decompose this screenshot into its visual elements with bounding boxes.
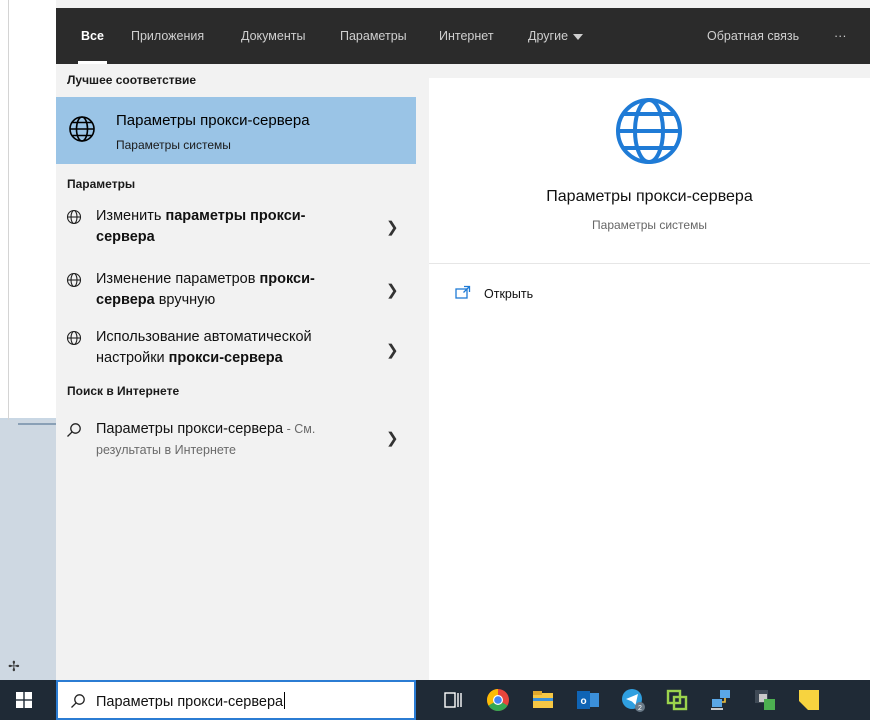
settings-result-3[interactable]: Использование автоматической настройки пр…	[56, 327, 416, 373]
task-view-icon[interactable]	[440, 687, 466, 713]
tab-other-label: Другие	[528, 29, 569, 43]
settings-result-3-text: Использование автоматической настройки пр…	[96, 327, 351, 369]
web-search-text: Параметры прокси-сервера - См. результаты…	[96, 419, 351, 461]
web-search-line2: результаты в Интернете	[96, 443, 236, 457]
move-icon: ✢	[8, 658, 20, 674]
best-match-subtitle: Параметры системы	[116, 138, 231, 152]
search-icon	[67, 423, 81, 437]
svg-text:o: o	[580, 696, 586, 707]
text-part: вручную	[154, 292, 216, 308]
text-highlight: сервера	[96, 229, 155, 245]
citrix-icon[interactable]	[752, 687, 778, 713]
settings-result-2[interactable]: Изменение параметров прокси-сервера вруч…	[56, 269, 416, 315]
chevron-right-icon: ❯	[386, 342, 399, 359]
background-window	[0, 0, 57, 420]
open-label: Открыть	[484, 287, 534, 301]
telegram-icon[interactable]: 2	[620, 687, 646, 713]
web-search-suffix: - См.	[283, 422, 316, 436]
search-panel: Все Приложения Документы Параметры Интер…	[56, 0, 870, 680]
start-button[interactable]	[0, 680, 56, 720]
chevron-right-icon: ❯	[386, 430, 399, 447]
tab-documents[interactable]: Документы	[241, 8, 305, 64]
window-edge	[8, 0, 9, 420]
text-cursor	[284, 692, 286, 709]
text-highlight: сервера	[96, 292, 155, 308]
tab-apps[interactable]: Приложения	[131, 8, 204, 64]
text-highlight: прокси-	[259, 271, 315, 287]
detail-pane: Параметры прокси-сервера Параметры систе…	[429, 78, 870, 680]
tab-web[interactable]: Интернет	[439, 8, 494, 64]
open-icon	[455, 285, 471, 299]
chrome-icon[interactable]	[485, 687, 511, 713]
chevron-right-icon: ❯	[386, 219, 399, 236]
taskbar: Параметры прокси-сервера o 2	[0, 680, 870, 720]
text-part: Изменить	[96, 208, 166, 224]
windows-icon	[16, 692, 32, 708]
svg-text:2: 2	[638, 705, 642, 712]
text-highlight: параметры прокси-	[165, 208, 306, 224]
web-search-query: Параметры прокси-сервера	[96, 421, 284, 437]
settings-result-1[interactable]: Изменить параметры прокси-сервера ❯	[56, 206, 416, 252]
feedback-link[interactable]: Обратная связь	[707, 8, 799, 64]
outlook-icon[interactable]: o	[575, 687, 601, 713]
file-explorer-icon[interactable]	[530, 687, 556, 713]
best-match-heading: Лучшее соответствие	[67, 73, 197, 87]
settings-result-1-text: Изменить параметры прокси-сервера	[96, 206, 351, 248]
text-part: Использование автоматической	[96, 329, 312, 345]
vmware-icon[interactable]	[664, 687, 690, 713]
tab-other[interactable]: Другие	[528, 8, 584, 64]
text-highlight: прокси-сервера	[168, 350, 283, 366]
globe-icon	[616, 98, 682, 164]
globe-icon	[66, 330, 82, 346]
web-search-result[interactable]: Параметры прокси-сервера - См. результаты…	[56, 419, 416, 463]
search-tabs-bar: Все Приложения Документы Параметры Интер…	[56, 8, 870, 64]
more-options-button[interactable]: ···	[834, 8, 847, 64]
search-input-value: Параметры прокси-сервера	[96, 692, 286, 710]
globe-icon	[66, 272, 82, 288]
best-match-item[interactable]: Параметры прокси-сервера Параметры систе…	[56, 97, 416, 164]
search-input[interactable]: Параметры прокси-сервера	[56, 680, 416, 720]
detail-title: Параметры прокси-сервера	[546, 188, 753, 205]
globe-icon	[69, 116, 95, 142]
settings-result-2-text: Изменение параметров прокси-сервера вруч…	[96, 269, 351, 311]
search-icon	[71, 694, 85, 708]
tab-settings[interactable]: Параметры	[340, 8, 407, 64]
settings-heading: Параметры	[67, 177, 136, 191]
background-area	[0, 420, 56, 680]
chevron-down-icon	[573, 33, 584, 40]
text-part: настройки	[96, 350, 169, 366]
text-part: Изменение параметров	[96, 271, 260, 287]
globe-icon	[66, 209, 82, 225]
network-icon[interactable]	[708, 687, 734, 713]
chevron-right-icon: ❯	[386, 282, 399, 299]
results-list: Лучшее соответствие Параметры прокси-сер…	[56, 64, 416, 680]
sticky-notes-icon[interactable]	[796, 687, 822, 713]
background-divider	[18, 423, 56, 425]
detail-subtitle: Параметры системы	[592, 218, 707, 232]
best-match-title: Параметры прокси-сервера	[116, 112, 310, 129]
detail-header: Параметры прокси-сервера Параметры систе…	[429, 78, 870, 264]
web-search-heading: Поиск в Интернете	[67, 384, 180, 398]
search-input-text: Параметры прокси-сервера	[96, 694, 284, 710]
tab-all[interactable]: Все	[78, 8, 107, 64]
